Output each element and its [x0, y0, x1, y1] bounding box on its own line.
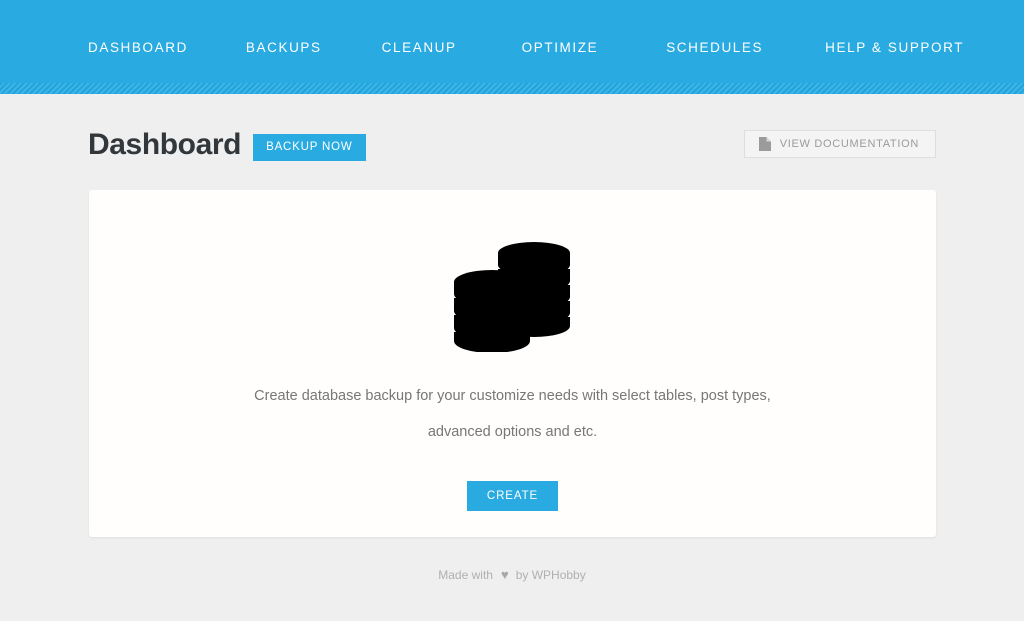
nav-item-cleanup[interactable]: CLEANUP [382, 40, 457, 55]
view-documentation-label: VIEW DOCUMENTATION [779, 138, 919, 150]
document-icon [758, 137, 771, 151]
backup-now-button[interactable]: BACKUP NOW [253, 133, 366, 161]
nav-item-schedules[interactable]: SCHEDULES [666, 40, 763, 55]
header-stripe-divider [0, 83, 1024, 94]
footer-suffix-text: by WPHobby [515, 567, 586, 582]
view-documentation-button[interactable]: VIEW DOCUMENTATION [743, 130, 936, 158]
nav-item-optimize[interactable]: OPTIMIZE [522, 40, 599, 55]
database-stack-icon [448, 240, 578, 353]
heart-icon: ♥ [500, 567, 509, 583]
page-title: Dashboard [88, 128, 242, 161]
nav-item-dashboard[interactable]: DASHBOARD [88, 40, 188, 55]
create-button[interactable]: CREATE [466, 480, 559, 511]
nav-item-help-and-support[interactable]: HELP & SUPPORT [825, 40, 964, 55]
nav-item-backups[interactable]: BACKUPS [246, 40, 322, 55]
empty-state-description: Create database backup for your customiz… [254, 388, 771, 440]
empty-state-card: Create database backup for your customiz… [89, 190, 936, 537]
page-header-row: Dashboard BACKUP NOW [88, 128, 366, 162]
main-nav: DASHBOARD BACKUPS CLEANUP OPTIMIZE SCHED… [0, 0, 1024, 94]
footer: Made with ♥ by WPHobby [0, 567, 1024, 582]
page-body: Dashboard BACKUP NOW VIEW DOCUMENTATION [0, 94, 1024, 621]
top-navigation-bar: DASHBOARD BACKUPS CLEANUP OPTIMIZE SCHED… [0, 0, 1024, 94]
footer-prefix-text: Made with [438, 567, 493, 582]
